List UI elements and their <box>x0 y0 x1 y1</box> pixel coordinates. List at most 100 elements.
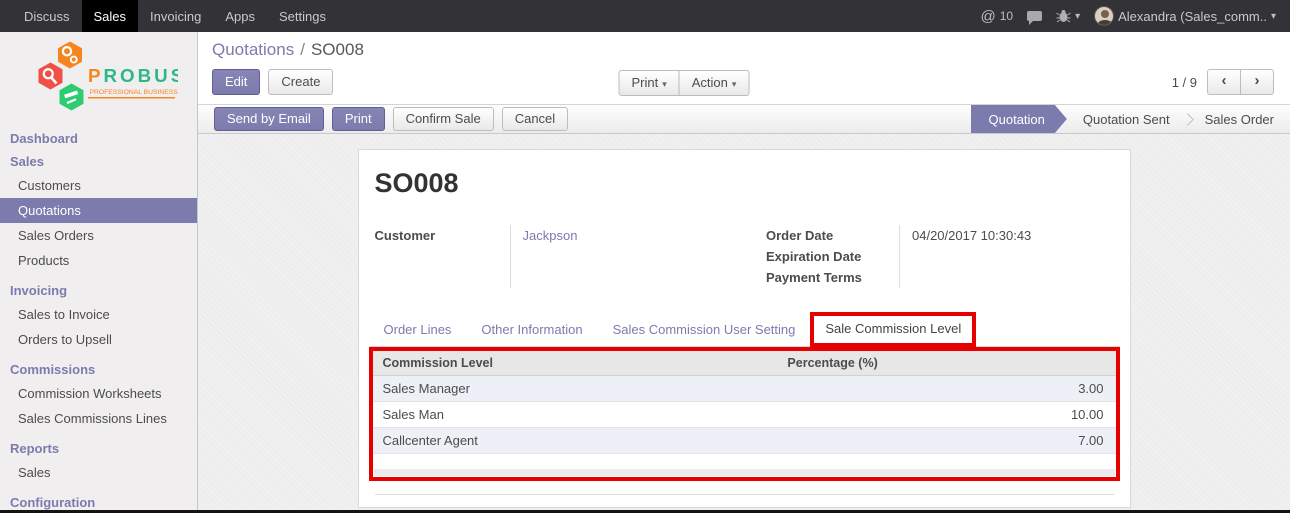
sidebar-item-commission-worksheets[interactable]: Commission Worksheets <box>0 381 197 406</box>
tab-other-information[interactable]: Other Information <box>466 313 597 346</box>
customer-value-link[interactable]: Jackpson <box>523 228 578 243</box>
action-dropdown-button[interactable]: Action ▾ <box>679 70 750 96</box>
cell-commission-level: Sales Man <box>373 402 778 428</box>
expiration-date-value <box>900 246 1114 267</box>
sidebar-header-commissions[interactable]: Commissions <box>0 358 197 381</box>
app-discuss[interactable]: Discuss <box>12 0 82 32</box>
commission-level-table: Commission Level Percentage (%) Sales Ma… <box>373 351 1116 469</box>
table-empty-row <box>373 454 1116 469</box>
sidebar-item-sales-orders[interactable]: Sales Orders <box>0 223 197 248</box>
dates-field-group: Order Date Expiration Date Payment Terms… <box>744 225 1114 288</box>
status-quotation[interactable]: Quotation <box>971 105 1067 133</box>
send-by-email-button[interactable]: Send by Email <box>214 107 324 131</box>
table-row[interactable]: Callcenter Agent 7.00 <box>373 428 1116 454</box>
expiration-date-label: Expiration Date <box>766 246 899 267</box>
order-date-value: 04/20/2017 10:30:43 <box>900 225 1114 246</box>
sidebar-item-sales-to-invoice[interactable]: Sales to Invoice <box>0 302 197 327</box>
sidebar-item-sales-commissions-lines[interactable]: Sales Commissions Lines <box>0 406 197 431</box>
tab-sales-commission-user-setting[interactable]: Sales Commission User Setting <box>598 313 811 346</box>
customer-field-group: Customer Jackpson <box>375 225 745 288</box>
chat-bubble-icon <box>1027 11 1042 21</box>
sidebar-item-customers[interactable]: Customers <box>0 173 197 198</box>
logo-hexagons <box>39 42 84 111</box>
mentions-count: 10 <box>1000 9 1013 23</box>
pager-next-button[interactable]: › <box>1240 69 1274 96</box>
sidebar-item-label: Sales Orders <box>18 228 94 243</box>
create-button[interactable]: Create <box>268 69 333 95</box>
mention-at-icon: @ <box>981 8 996 25</box>
page-title: SO008 <box>359 150 1130 199</box>
form-view-background: SO008 Customer Jackpson Order Date E <box>198 134 1290 510</box>
customer-label: Customer <box>375 225 510 246</box>
app-menu: Discuss Sales Invoicing Apps Settings <box>0 0 338 32</box>
sidebar-item-orders-to-upsell[interactable]: Orders to Upsell <box>0 327 197 352</box>
quotation-sheet: SO008 Customer Jackpson Order Date E <box>358 149 1131 508</box>
table-row[interactable]: Sales Man 10.00 <box>373 402 1116 428</box>
app-invoicing[interactable]: Invoicing <box>138 0 213 32</box>
messages-icon[interactable] <box>1027 11 1042 21</box>
sidebar-menu: Dashboard Sales Customers Quotations Sal… <box>0 127 197 510</box>
commission-table-highlight: Commission Level Percentage (%) Sales Ma… <box>369 347 1120 481</box>
caret-down-icon: ▾ <box>1271 11 1276 22</box>
caret-down-icon: ▾ <box>662 79 667 89</box>
company-logo[interactable]: PROBUSE PROFESSIONAL BUSINESS <box>0 32 197 127</box>
control-panel: Quotations / SO008 Edit Create 1 / 9 ‹ › P… <box>198 32 1290 104</box>
sidebar-header-reports[interactable]: Reports <box>0 437 197 460</box>
breadcrumb-current: SO008 <box>311 40 364 59</box>
sidebar-item-label: Commission Worksheets <box>18 386 162 401</box>
pager-value: 1 / 9 <box>1172 75 1197 90</box>
sidebar-header-invoicing[interactable]: Invoicing <box>0 279 197 302</box>
sidebar-item-reports-sales[interactable]: Sales <box>0 460 197 485</box>
sidebar-item-products[interactable]: Products <box>0 248 197 273</box>
sidebar-item-label: Sales <box>18 465 51 480</box>
sidebar-item-label: Customers <box>18 178 81 193</box>
tab-sale-commission-level[interactable]: Sale Commission Level <box>810 312 976 347</box>
sidebar-item-label: Sales to Invoice <box>18 307 110 322</box>
cell-percentage: 10.00 <box>777 402 1115 428</box>
order-date-label: Order Date <box>766 225 899 246</box>
top-navbar: Discuss Sales Invoicing Apps Settings @ … <box>0 0 1290 32</box>
print-dropdown-button[interactable]: Print ▾ <box>618 70 679 96</box>
user-name: Alexandra (Sales_comm.. <box>1118 9 1267 24</box>
status-quotation-sent[interactable]: Quotation Sent <box>1067 105 1186 133</box>
confirm-sale-button[interactable]: Confirm Sale <box>393 107 494 131</box>
cell-commission-level: Callcenter Agent <box>373 428 778 454</box>
sidebar-item-label: Sales Commissions Lines <box>18 411 167 426</box>
table-footer-strip <box>374 469 1115 476</box>
sidebar-item-dashboard[interactable]: Dashboard <box>0 127 197 150</box>
status-sales-order[interactable]: Sales Order <box>1189 105 1290 133</box>
user-menu[interactable]: Alexandra (Sales_comm.. ▾ <box>1094 6 1276 26</box>
notebook-tabs: Order Lines Other Information Sales Comm… <box>369 312 1120 347</box>
cell-commission-level: Sales Manager <box>373 376 778 402</box>
column-header-percentage[interactable]: Percentage (%) <box>777 351 1115 376</box>
app-apps[interactable]: Apps <box>213 0 267 32</box>
payment-terms-value <box>900 267 1114 288</box>
sheet-divider <box>375 494 1114 495</box>
breadcrumb-quotations-link[interactable]: Quotations <box>212 40 294 59</box>
print-quote-button[interactable]: Print <box>332 107 385 131</box>
pager-previous-button[interactable]: ‹ <box>1207 69 1241 96</box>
print-dropdown-label: Print <box>631 75 658 90</box>
table-row[interactable]: Sales Manager 3.00 <box>373 376 1116 402</box>
sidebar-header-configuration[interactable]: Configuration <box>0 491 197 510</box>
sidebar-header-sales[interactable]: Sales <box>0 150 197 173</box>
cell-percentage: 7.00 <box>777 428 1115 454</box>
sidebar-item-quotations[interactable]: Quotations <box>0 198 197 223</box>
debug-menu[interactable]: ▾ <box>1056 9 1080 23</box>
app-sales[interactable]: Sales <box>82 0 139 32</box>
caret-down-icon: ▾ <box>732 79 737 89</box>
bug-icon <box>1056 9 1071 23</box>
action-dropdown-label: Action <box>692 75 728 90</box>
mentions-counter[interactable]: @ 10 <box>981 8 1014 25</box>
breadcrumb-separator: / <box>300 40 305 59</box>
column-header-commission-level[interactable]: Commission Level <box>373 351 778 376</box>
svg-text:PROFESSIONAL BUSINESS: PROFESSIONAL BUSINESS <box>90 89 179 96</box>
sidebar-item-label: Quotations <box>18 203 81 218</box>
app-settings[interactable]: Settings <box>267 0 338 32</box>
cell-percentage: 3.00 <box>777 376 1115 402</box>
edit-button[interactable]: Edit <box>212 69 260 95</box>
tab-order-lines[interactable]: Order Lines <box>369 313 467 346</box>
cancel-button[interactable]: Cancel <box>502 107 568 131</box>
payment-terms-label: Payment Terms <box>766 267 899 288</box>
form-statusbar: Send by Email Print Confirm Sale Cancel … <box>198 104 1290 134</box>
